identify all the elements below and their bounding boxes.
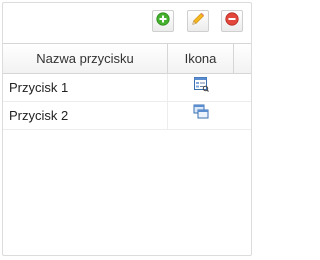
table-row[interactable]: Przycisk 2 — [3, 102, 251, 130]
row-icon-cell — [168, 74, 234, 101]
table-row[interactable]: Przycisk 1 — [3, 74, 251, 102]
delete-button[interactable] — [221, 10, 243, 32]
list-form-icon — [193, 74, 209, 101]
add-button[interactable] — [152, 10, 174, 32]
buttons-grid: Nazwa przycisku Ikona Przycisk 1 Przycis… — [3, 43, 251, 130]
row-name: Przycisk 2 — [3, 102, 168, 129]
remove-icon — [225, 11, 239, 31]
toolbar — [3, 3, 251, 43]
column-header-name[interactable]: Nazwa przycisku — [3, 44, 168, 73]
grid-header: Nazwa przycisku Ikona — [3, 43, 251, 74]
row-name: Przycisk 1 — [3, 74, 168, 101]
add-icon — [156, 11, 170, 31]
pencil-icon — [191, 12, 205, 31]
windows-stack-icon — [193, 102, 209, 129]
edit-button[interactable] — [187, 10, 209, 32]
buttons-panel: Nazwa przycisku Ikona Przycisk 1 Przycis… — [2, 2, 252, 256]
row-icon-cell — [168, 102, 234, 129]
column-header-icon[interactable]: Ikona — [168, 44, 234, 73]
